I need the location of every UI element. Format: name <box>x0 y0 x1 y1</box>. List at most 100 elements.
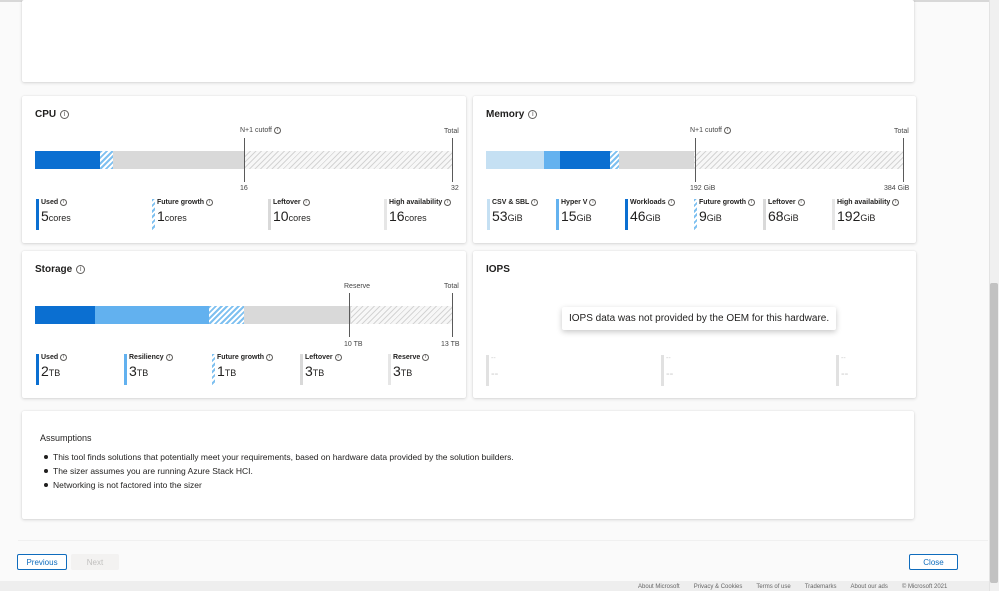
info-icon[interactable]: i <box>60 199 68 206</box>
legend-label: Used i <box>41 354 68 361</box>
info-icon[interactable]: i <box>797 199 805 206</box>
cutoff-label-text: N+1 cutoff <box>690 127 722 134</box>
footer-link-about-microsoft[interactable]: About Microsoft <box>638 584 680 590</box>
legend-value-number: 16 <box>389 208 405 224</box>
bar-segment-high-availability <box>694 151 903 169</box>
legend-value: 15GiB <box>561 208 596 226</box>
legend-value-number: 53 <box>492 208 508 224</box>
info-icon[interactable]: i <box>422 354 430 361</box>
footer-link-microsoft-2021: © Microsoft 2021 <box>901 584 948 590</box>
legend-label: Hyper Vi <box>561 199 597 206</box>
storage-card: Storage i Reserve Total 10 TB 13 TB Used… <box>22 251 466 398</box>
legend-item-high-availability: High availability i 192GiB <box>832 199 900 230</box>
info-icon[interactable]: i <box>528 110 538 119</box>
cpu-cutoff-label: N+1 cutoff i <box>240 127 281 134</box>
reserve-label-text: Reserve <box>344 283 371 290</box>
legend-swatch <box>36 354 39 385</box>
info-icon[interactable]: i <box>444 199 452 206</box>
legend-label: Workloads i <box>630 199 675 206</box>
legend-value-number: 3 <box>129 363 137 379</box>
iops-placeholder: -- -- <box>486 355 498 386</box>
info-icon[interactable]: i <box>334 354 342 361</box>
legend-label: Future growth i <box>217 354 274 361</box>
footer-link-privacy-and-cookies[interactable]: Privacy & Cookies <box>694 584 743 590</box>
info-icon[interactable]: i <box>723 127 731 134</box>
total-value-text: 13 TB <box>441 341 460 348</box>
legend-label: Leftover i <box>305 354 342 361</box>
legend-value: 1cores <box>157 208 213 226</box>
footer-link-terms-of-use[interactable]: Terms of use <box>756 584 790 590</box>
placeholder-label: -- <box>491 355 496 362</box>
legend-value: 5cores <box>41 208 71 226</box>
placeholder-value: -- <box>666 364 673 382</box>
legend-label-text: CSV & SBL <box>492 199 530 206</box>
info-icon[interactable]: i <box>76 265 86 274</box>
iops-card-title: IOPS <box>486 264 510 275</box>
legend-swatch <box>832 199 835 230</box>
info-icon[interactable]: i <box>667 199 675 206</box>
cpu-total-label: Total <box>444 128 459 135</box>
footer-link-trademarks[interactable]: Trademarks <box>805 584 837 590</box>
info-icon[interactable]: i <box>273 127 281 134</box>
assumptions-title: Assumptions <box>40 433 92 443</box>
storage-reserve-label: Reserve <box>344 283 370 290</box>
bar-segment-workloads <box>559 151 610 169</box>
legend-value-number: 3 <box>393 363 401 379</box>
legend-value: 68GiB <box>768 208 805 226</box>
legend-label: Used i <box>41 199 71 206</box>
info-icon[interactable]: i <box>892 199 900 206</box>
legend-label-text: Future growth <box>699 199 747 206</box>
bar-segment-csv-and-sbl <box>486 151 544 169</box>
info-icon[interactable]: i <box>531 199 539 206</box>
legend-value-number: 2 <box>41 363 49 379</box>
legend-value-unit: cores <box>404 213 427 223</box>
close-button[interactable]: Close <box>909 554 958 570</box>
info-icon[interactable]: i <box>206 199 214 206</box>
legend-label-text: Resiliency <box>129 354 164 361</box>
placeholder-label: -- <box>841 355 846 362</box>
legend-value: 10cores <box>273 208 311 226</box>
placeholder-value-number: -- <box>491 368 499 380</box>
legend-value-unit: GiB <box>576 213 592 223</box>
previous-button[interactable]: Previous <box>17 554 67 570</box>
legend-swatch <box>384 199 387 230</box>
legend-label: High availability i <box>389 199 452 206</box>
storage-title-text: Storage <box>35 264 73 275</box>
legend-label-text: Hyper V <box>561 199 588 206</box>
bar-segment-reserve <box>350 306 453 324</box>
storage-total-value: 13 TB <box>441 341 460 348</box>
footer-link-about-our-ads[interactable]: About our ads <box>851 584 888 590</box>
info-icon[interactable]: i <box>165 354 173 361</box>
cutoff-label-text: N+1 cutoff <box>240 127 272 134</box>
scrollbar-thumb[interactable] <box>990 283 998 583</box>
info-icon[interactable]: i <box>302 199 310 206</box>
bar-segment-leftover <box>619 151 695 169</box>
legend-value: 53GiB <box>492 208 538 226</box>
info-icon[interactable]: i <box>589 199 597 206</box>
iops-title-text: IOPS <box>486 264 510 275</box>
next-button[interactable]: Next <box>71 554 119 570</box>
legend-label: Leftover i <box>273 199 311 206</box>
memory-total-marker <box>903 138 904 182</box>
legend-item-leftover: Leftover i 10cores <box>268 199 311 230</box>
info-icon[interactable]: i <box>266 354 274 361</box>
legend-value-unit: GiB <box>860 213 876 223</box>
legend-label-text: Future growth <box>157 199 205 206</box>
legend-value-unit: TB <box>48 368 61 378</box>
placeholder-value: -- <box>491 364 498 382</box>
legend-value: 3TB <box>305 363 342 381</box>
legend-swatch <box>836 355 839 386</box>
legend-item-future-growth: Future growth i 9GiB <box>694 199 756 230</box>
bar-segment-high-availability <box>243 151 453 169</box>
iops-placeholder: -- -- <box>661 355 673 386</box>
info-icon[interactable]: i <box>60 354 68 361</box>
vertical-scrollbar[interactable] <box>989 0 999 591</box>
legend-swatch <box>300 354 303 385</box>
legend-value-number: 9 <box>699 208 707 224</box>
legend-value-unit: GiB <box>645 213 661 223</box>
legend-value-unit: TB <box>400 368 413 378</box>
info-icon[interactable]: i <box>60 110 70 119</box>
storage-total-marker <box>452 293 453 337</box>
info-icon[interactable]: i <box>748 199 756 206</box>
legend-value-unit: GiB <box>783 213 799 223</box>
